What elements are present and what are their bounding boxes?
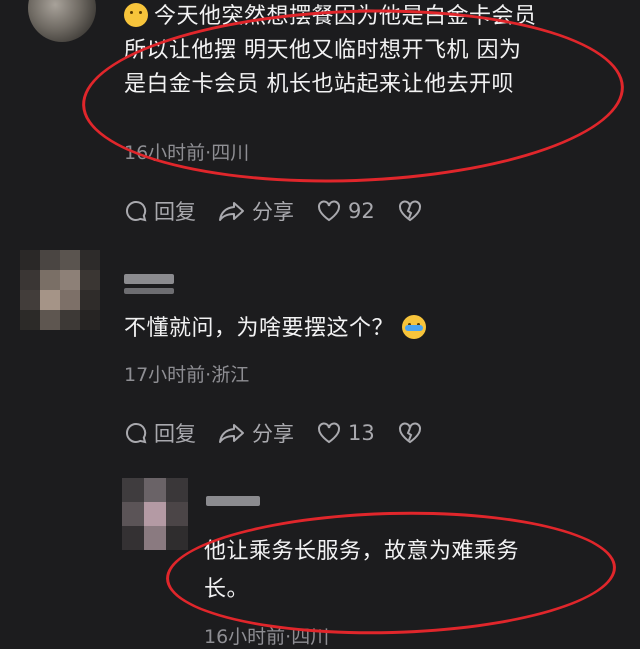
like-button[interactable]: 13 — [316, 421, 375, 445]
laugh-cry-emoji-icon — [401, 315, 426, 339]
comment-text: 不懂就问，为啥要摆这个？ — [124, 312, 432, 346]
share-icon — [219, 202, 244, 221]
share-icon — [219, 424, 244, 443]
reply-button[interactable]: 回复 — [124, 196, 196, 226]
dislike-button[interactable] — [397, 421, 429, 445]
avatar[interactable] — [28, 0, 96, 42]
reply-icon — [126, 200, 147, 222]
broken-heart-icon — [398, 200, 421, 222]
avatar[interactable] — [20, 250, 100, 330]
dislike-button[interactable] — [397, 199, 429, 223]
avatar[interactable] — [122, 478, 188, 550]
reply-icon — [126, 422, 147, 444]
broken-heart-icon — [398, 422, 421, 444]
reply-button[interactable]: 回复 — [124, 418, 196, 448]
emoji-icon — [124, 3, 148, 27]
username-redacted — [124, 288, 174, 294]
username-redacted — [206, 496, 260, 506]
comment-actions: 回复 分享 92 — [124, 196, 451, 226]
share-button[interactable]: 分享 — [218, 196, 294, 226]
comment-meta: 17小时前·浙江 — [124, 364, 250, 386]
comment-actions: 回复 分享 13 — [124, 418, 451, 448]
username-redacted — [124, 274, 174, 284]
like-button[interactable]: 92 — [316, 199, 375, 223]
highlight-circle — [164, 506, 618, 640]
heart-icon — [318, 200, 340, 222]
share-button[interactable]: 分享 — [218, 418, 294, 448]
heart-icon — [318, 422, 340, 444]
